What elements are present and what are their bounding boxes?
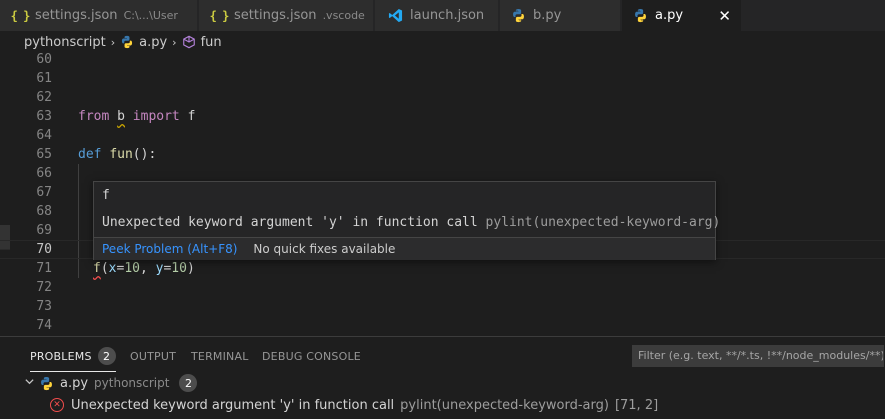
tab-debug-console[interactable]: DEBUG CONSOLE (262, 346, 361, 366)
line-number: 65 (36, 147, 52, 162)
method-cube-icon (182, 35, 196, 49)
line-number: 68 (36, 204, 52, 219)
tab-label: a.py (655, 8, 684, 23)
tab-terminal[interactable]: TERMINAL (191, 346, 249, 366)
code-line: 73 (0, 297, 885, 316)
tab-description: .vscode (322, 9, 365, 22)
file-problem-count-badge: 2 (179, 374, 198, 392)
breadcrumb-folder[interactable]: pythonscript (24, 35, 106, 50)
bottom-panel: PROBLEMS 2 OUTPUT TERMINAL DEBUG CONSOLE… (0, 336, 885, 419)
json-braces-icon: { } (10, 8, 31, 23)
line-number: 72 (36, 280, 52, 295)
hover-symbol: f (102, 188, 110, 203)
problems-file-row[interactable]: a.py pythonscript 2 (0, 372, 885, 394)
python-icon (120, 35, 134, 49)
breadcrumb-file-label: a.py (139, 34, 168, 50)
module-name: b (117, 109, 125, 124)
tab-label: launch.json (410, 8, 485, 23)
problems-file-name: a.py (60, 375, 89, 391)
tab-b-py[interactable]: b.py (500, 0, 621, 31)
code-line: 61 (0, 69, 885, 88)
hover-source: pylint(unexpected-keyword-arg) (485, 215, 721, 230)
code-text: f(x=10, y=10) (93, 259, 195, 278)
hover-diagnostic: Unexpected keyword argument 'y' in funct… (102, 215, 720, 230)
punctuation: ( (100, 261, 109, 276)
tab-problems-label: PROBLEMS (30, 349, 92, 363)
code-line: 72 (0, 278, 885, 297)
python-icon (510, 8, 526, 24)
line-number: 63 (36, 109, 52, 124)
keyword-import: import (132, 109, 180, 124)
error-icon: ✕ (50, 398, 64, 412)
line-number: 66 (36, 166, 52, 181)
tab-settings-json-vscode[interactable]: { } settings.json .vscode (199, 0, 374, 31)
line-number: 62 (36, 90, 52, 105)
problems-count-badge: 2 (97, 347, 116, 365)
breadcrumb-separator: › (172, 35, 177, 49)
problems-file-folder: pythonscript (94, 376, 170, 390)
no-quick-fixes-label: No quick fixes available (253, 242, 396, 256)
tab-label: b.py (533, 8, 562, 23)
punctuation: ) (186, 261, 195, 276)
breadcrumb-symbol-label: fun (200, 34, 222, 50)
close-tab-icon[interactable]: ✕ (718, 7, 731, 25)
code-line: 74 (0, 316, 885, 335)
tab-a-py[interactable]: a.py ✕ (622, 0, 742, 31)
number-literal: 10 (124, 261, 140, 276)
editor-tab-bar: { } settings.json C:\...\User { } settin… (0, 0, 885, 31)
hover-widget: f Unexpected keyword argument 'y' in fun… (93, 181, 720, 260)
function-name: fun (109, 147, 133, 162)
breadcrumb-file[interactable]: a.py (120, 35, 167, 50)
tab-settings-json-user[interactable]: { } settings.json C:\...\User (0, 0, 198, 31)
breadcrumb: pythonscript › a.py › fun (0, 31, 885, 53)
line-number: 60 (36, 53, 52, 67)
problem-source: pylint(unexpected-keyword-arg) (400, 397, 609, 413)
code-text: def fun(): (78, 145, 156, 164)
line-number: 70 (36, 242, 52, 257)
line-number: 67 (36, 185, 52, 200)
python-icon (39, 376, 54, 391)
line-number: 71 (36, 261, 52, 276)
imported-name: f (187, 109, 196, 124)
number-literal: 10 (171, 261, 187, 276)
keyword-def: def (78, 147, 102, 162)
json-braces-icon: { } (209, 8, 230, 23)
code-line: 60 (0, 53, 885, 69)
code-line: 63 from b import f (0, 107, 885, 126)
keyword-from: from (78, 109, 110, 124)
tab-output[interactable]: OUTPUT (130, 346, 176, 366)
code-line: 62 (0, 88, 885, 107)
hover-message: Unexpected keyword argument 'y' in funct… (102, 215, 478, 230)
tab-description: C:\...\User (123, 9, 178, 22)
punctuation: , (139, 261, 156, 276)
function-call: f (93, 261, 101, 276)
line-number: 61 (36, 71, 52, 86)
line-number: 73 (36, 299, 52, 314)
line-number: 69 (36, 223, 52, 238)
problem-item[interactable]: ✕ Unexpected keyword argument 'y' in fun… (0, 394, 885, 416)
line-number: 74 (36, 318, 52, 333)
code-line: 65 def fun(): (0, 145, 885, 164)
vscode-logo-icon (387, 8, 403, 24)
problems-filter-input[interactable]: Filter (e.g. text, **/*.ts, !**/node_mod… (632, 345, 884, 367)
hover-status-bar: Peek Problem (Alt+F8) No quick fixes ava… (94, 238, 715, 260)
line-number: 64 (36, 128, 52, 143)
panel-tab-bar: PROBLEMS 2 OUTPUT TERMINAL DEBUG CONSOLE… (0, 337, 885, 373)
problem-location: [71, 2] (614, 397, 659, 413)
breadcrumb-symbol[interactable]: fun (182, 35, 222, 50)
problem-message: Unexpected keyword argument 'y' in funct… (71, 397, 395, 413)
tab-problems[interactable]: PROBLEMS 2 (30, 346, 116, 372)
breadcrumb-separator: › (110, 35, 116, 49)
tab-label: settings.json (35, 8, 118, 23)
code-line: 71 f(x=10, y=10) (0, 259, 885, 278)
chevron-down-icon[interactable] (24, 376, 35, 390)
tab-label: settings.json (234, 8, 317, 23)
python-icon (632, 8, 648, 24)
peek-problem-link[interactable]: Peek Problem (Alt+F8) (102, 242, 237, 256)
code-line: 64 (0, 126, 885, 145)
punctuation: (): (132, 147, 157, 162)
code-text: from b import f (78, 107, 195, 126)
tab-launch-json[interactable]: launch.json (375, 0, 499, 31)
